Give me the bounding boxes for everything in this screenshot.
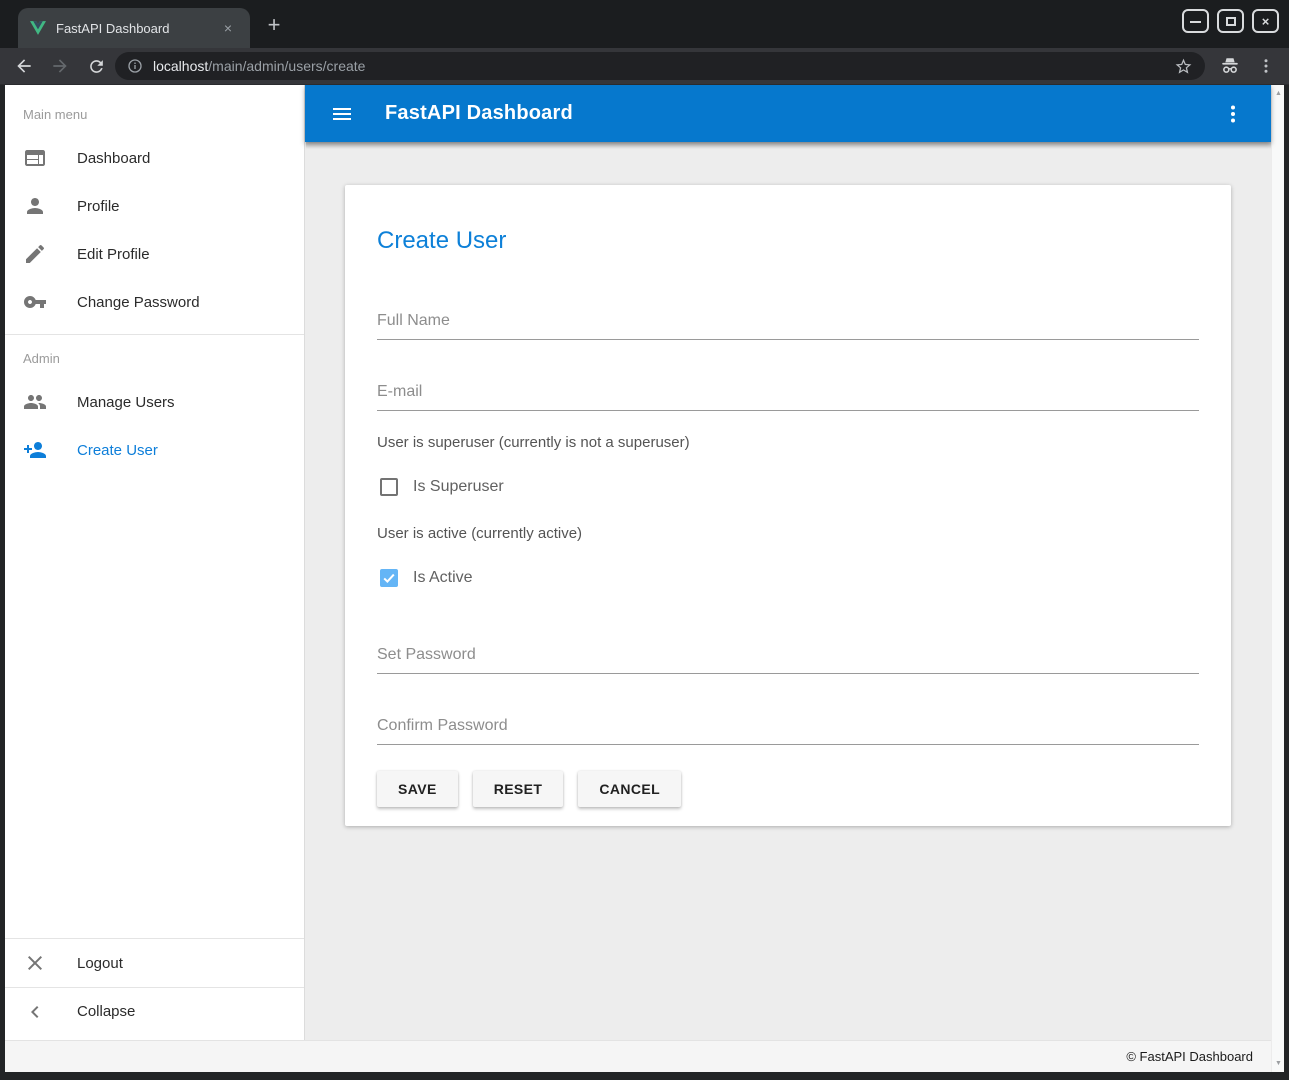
- new-tab-button[interactable]: +: [260, 12, 288, 40]
- sidebar-item-logout[interactable]: Logout: [5, 939, 304, 987]
- main-content: Create User User is superuser (currently…: [306, 142, 1271, 1040]
- sidebar-item-label: Collapse: [77, 1003, 135, 1020]
- reload-icon[interactable]: [84, 54, 108, 78]
- checkbox-label: Is Superuser: [413, 478, 504, 496]
- app-bar-kebab-menu-icon[interactable]: [1221, 102, 1245, 126]
- sidebar-item-label: Create User: [77, 442, 158, 459]
- person-icon: [23, 194, 47, 218]
- browser-tab-strip: FastAPI Dashboard × + ×: [0, 0, 1289, 48]
- close-icon: [23, 951, 47, 975]
- confirm-password-field[interactable]: [377, 712, 1199, 745]
- incognito-icon: [1219, 55, 1241, 77]
- browser-tab[interactable]: FastAPI Dashboard ×: [18, 8, 250, 48]
- sidebar-item-label: Dashboard: [77, 150, 150, 167]
- key-icon: [23, 290, 47, 314]
- sidebar-menu: Main menu Dashboard Profile: [5, 85, 304, 938]
- vue-favicon-icon: [30, 21, 46, 35]
- toolbar-right-icons: [1219, 52, 1275, 80]
- browser-menu-icon[interactable]: [1257, 57, 1275, 75]
- sidebar-item-profile[interactable]: Profile: [5, 182, 304, 230]
- maximize-button[interactable]: [1217, 9, 1244, 33]
- sidebar-section-label-admin: Admin: [5, 335, 304, 378]
- reset-button[interactable]: RESET: [473, 771, 564, 807]
- minimize-button[interactable]: [1182, 9, 1209, 33]
- tab-title: FastAPI Dashboard: [56, 21, 218, 36]
- sidebar-item-create-user[interactable]: Create User: [5, 426, 304, 474]
- set-password-field[interactable]: [377, 641, 1199, 674]
- sidebar-item-collapse[interactable]: Collapse: [5, 987, 304, 1035]
- bookmark-star-icon[interactable]: [1174, 57, 1193, 76]
- active-hint: User is active (currently active): [377, 525, 1199, 542]
- superuser-hint: User is superuser (currently is not a su…: [377, 434, 1199, 451]
- page-body: Main menu Dashboard Profile: [5, 85, 1284, 1072]
- address-bar[interactable]: localhost/main/admin/users/create: [115, 52, 1205, 80]
- checkbox-checked-icon[interactable]: [380, 569, 398, 587]
- cancel-button[interactable]: CANCEL: [578, 771, 681, 807]
- sidebar-item-label: Manage Users: [77, 394, 175, 411]
- checkbox-unchecked-icon[interactable]: [380, 478, 398, 496]
- pencil-icon: [23, 242, 47, 266]
- create-user-card: Create User User is superuser (currently…: [345, 185, 1231, 826]
- back-icon[interactable]: [12, 54, 36, 78]
- sidebar-item-change-password[interactable]: Change Password: [5, 278, 304, 326]
- full-name-field[interactable]: [377, 307, 1199, 340]
- dashboard-icon: [23, 146, 47, 170]
- sidebar-item-label: Change Password: [77, 294, 200, 311]
- sidebar-item-label: Profile: [77, 198, 120, 215]
- url-text[interactable]: localhost/main/admin/users/create: [153, 58, 1174, 74]
- vertical-scrollbar[interactable]: ▲ ▼: [1271, 85, 1284, 1072]
- hamburger-menu-icon[interactable]: [330, 102, 354, 126]
- sidebar-item-manage-users[interactable]: Manage Users: [5, 378, 304, 426]
- url-host: localhost: [153, 58, 208, 74]
- page-footer: © FastAPI Dashboard: [5, 1040, 1271, 1072]
- sidebar: Main menu Dashboard Profile: [5, 85, 305, 1040]
- app-bar: FastAPI Dashboard: [305, 85, 1271, 142]
- browser-window: FastAPI Dashboard × + ×: [0, 0, 1289, 1080]
- person-add-icon: [23, 438, 47, 462]
- checkbox-label: Is Active: [413, 569, 473, 587]
- people-icon: [23, 390, 47, 414]
- is-superuser-checkbox[interactable]: Is Superuser: [377, 478, 1199, 496]
- window-controls: ×: [1182, 9, 1279, 33]
- url-path: /main/admin/users/create: [208, 58, 365, 74]
- page-info-icon[interactable]: [127, 58, 143, 74]
- app-bar-title: FastAPI Dashboard: [385, 102, 573, 125]
- sidebar-item-dashboard[interactable]: Dashboard: [5, 134, 304, 182]
- page-title: Create User: [377, 227, 1199, 255]
- is-active-checkbox[interactable]: Is Active: [377, 569, 1199, 587]
- copyright-text: © FastAPI Dashboard: [1126, 1049, 1253, 1064]
- email-field[interactable]: [377, 378, 1199, 411]
- sidebar-bottom: Logout Collapse: [5, 938, 304, 1040]
- forward-icon[interactable]: [48, 54, 72, 78]
- browser-toolbar: localhost/main/admin/users/create: [0, 48, 1289, 85]
- sidebar-item-label: Edit Profile: [77, 246, 150, 263]
- scroll-up-arrow-icon[interactable]: ▲: [1272, 87, 1284, 100]
- sidebar-item-edit-profile[interactable]: Edit Profile: [5, 230, 304, 278]
- form-buttons: SAVE RESET CANCEL: [377, 771, 1199, 807]
- tab-close-icon[interactable]: ×: [218, 18, 238, 38]
- sidebar-section-label-main-menu: Main menu: [5, 85, 304, 134]
- scroll-down-arrow-icon[interactable]: ▼: [1272, 1057, 1284, 1070]
- close-window-button[interactable]: ×: [1252, 9, 1279, 33]
- sidebar-item-label: Logout: [77, 955, 123, 972]
- chevron-left-icon: [23, 1000, 47, 1024]
- save-button[interactable]: SAVE: [377, 771, 458, 807]
